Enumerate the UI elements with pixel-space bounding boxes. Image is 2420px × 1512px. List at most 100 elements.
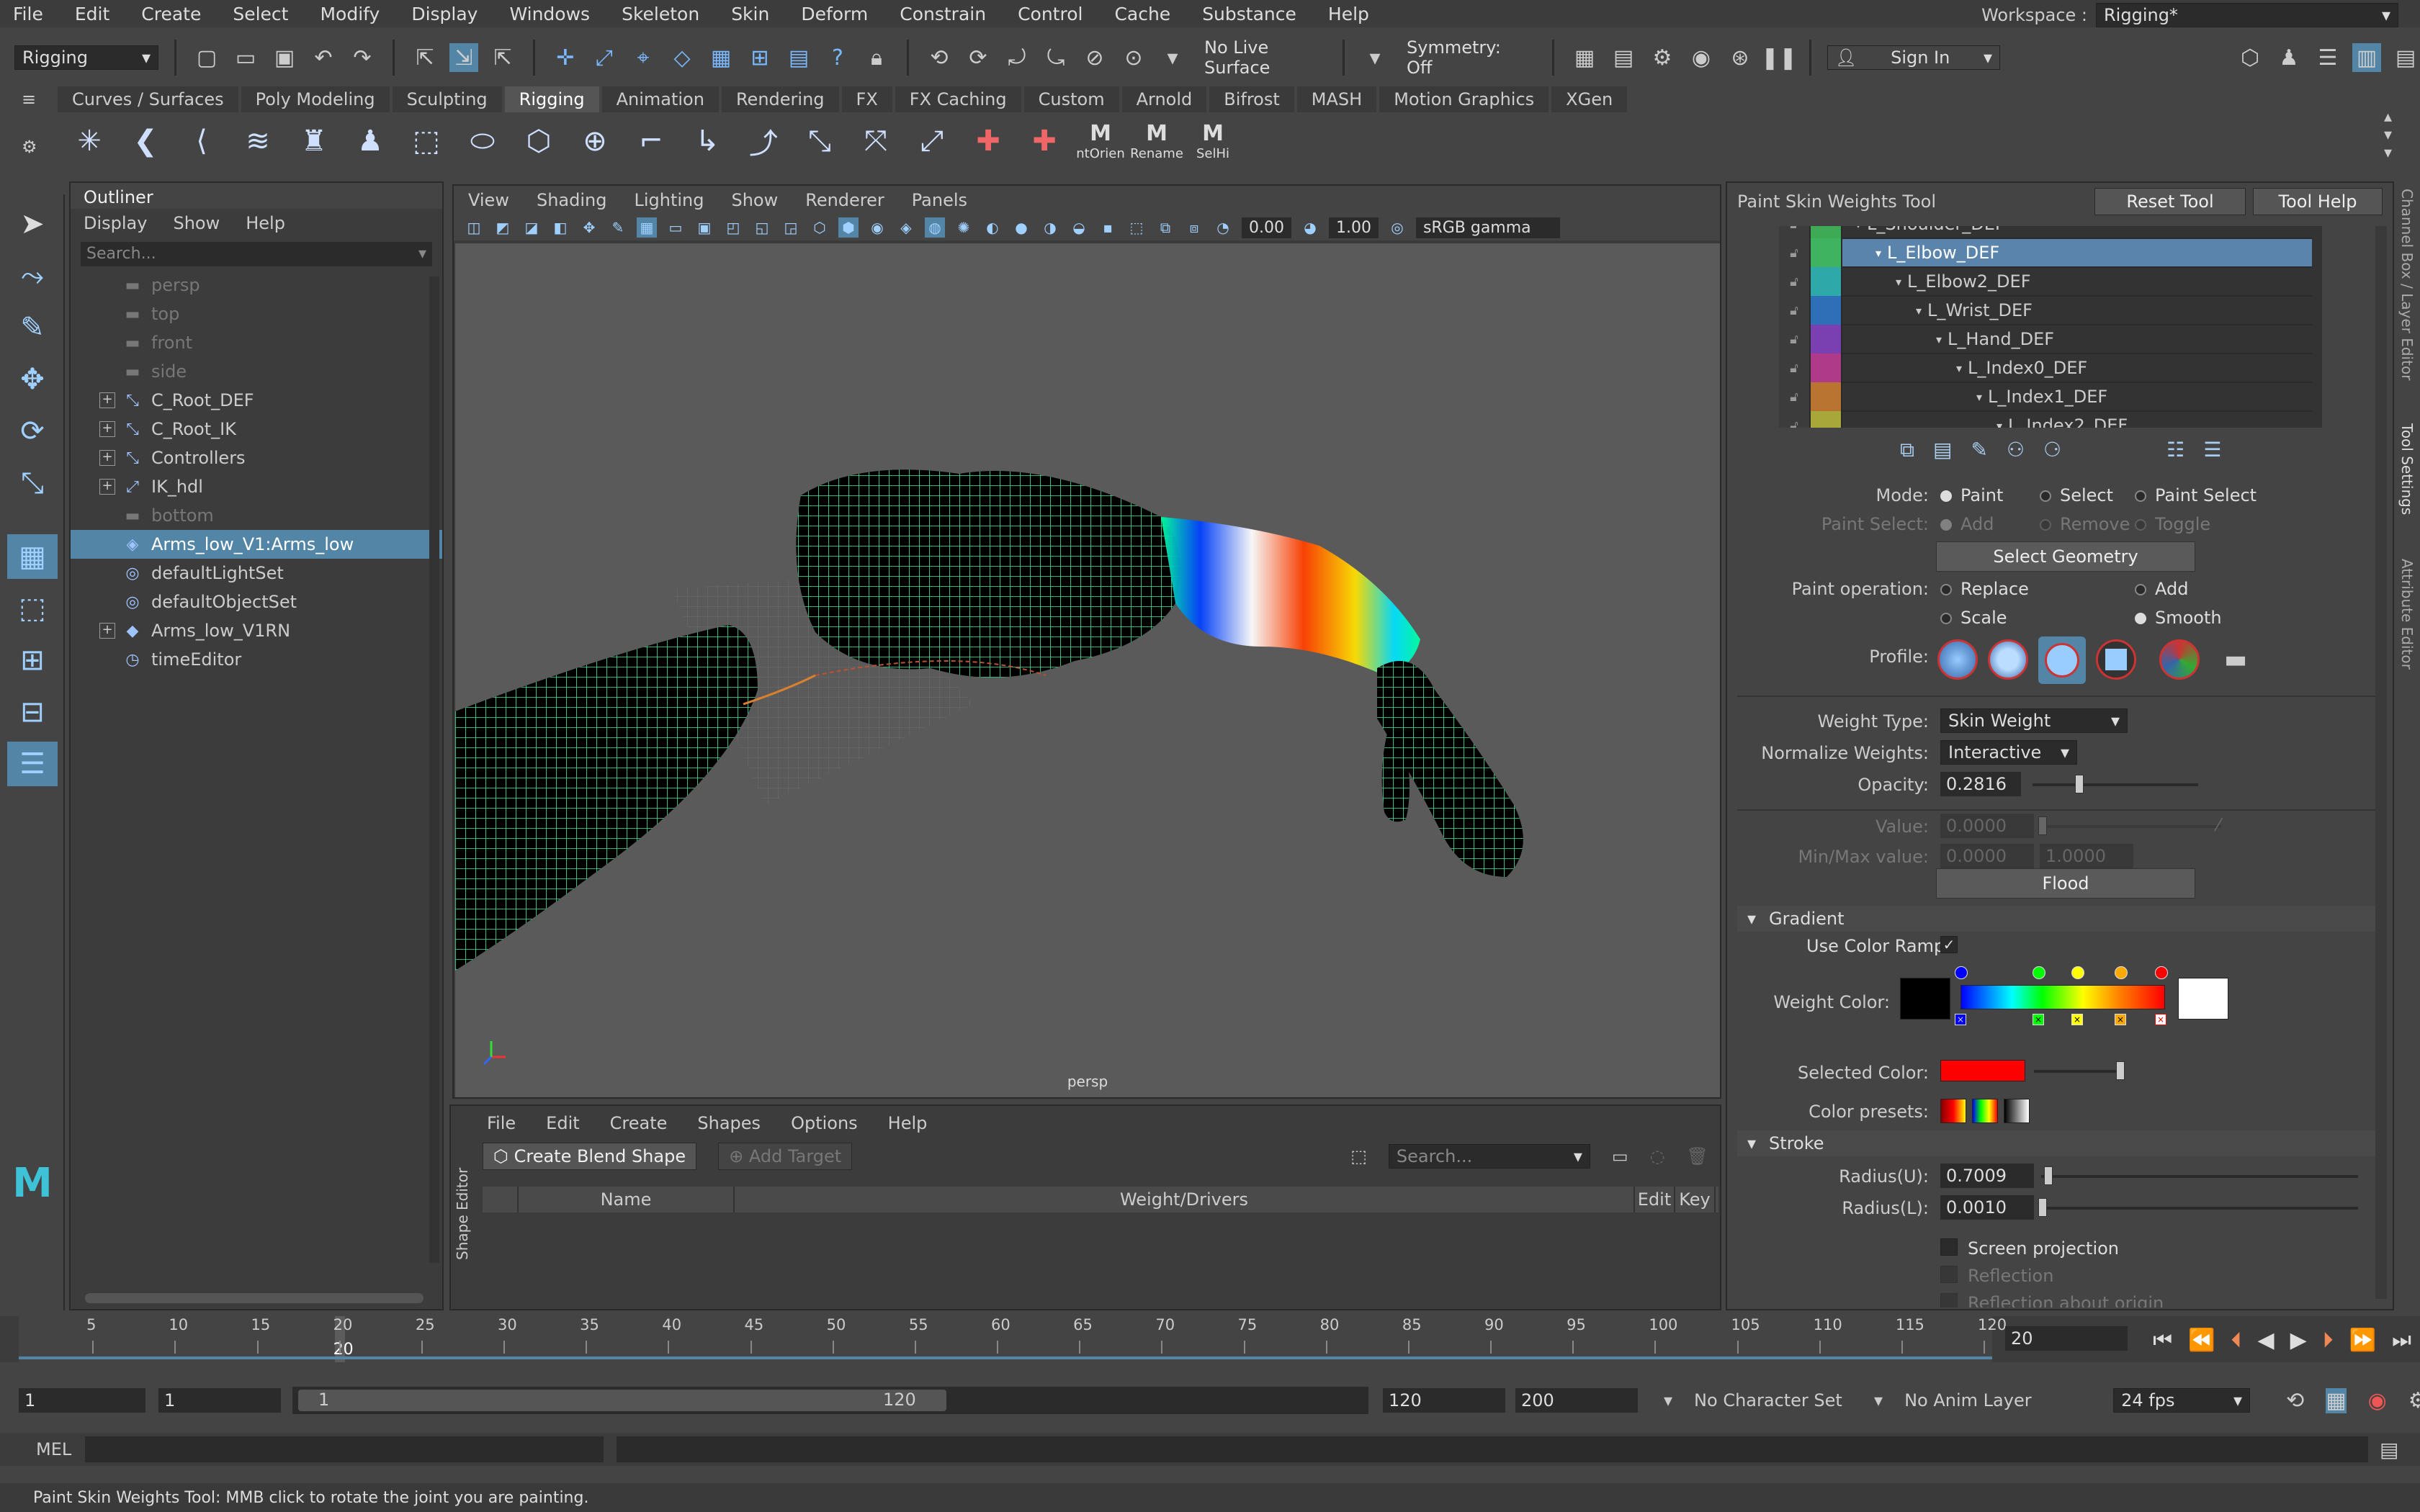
outliner-menu-display[interactable]: Display	[84, 213, 147, 233]
shelf-tab-fx[interactable]: FX	[841, 86, 892, 112]
new-folder-icon[interactable]: ▭	[1612, 1146, 1628, 1166]
radius-u-field[interactable]: 0.7009	[1940, 1164, 2034, 1188]
outliner-item[interactable]: ◎ defaultObjectSet	[71, 588, 442, 616]
ramp-delete-yellow-icon[interactable]: ×	[2071, 1014, 2083, 1025]
lights-icon[interactable]: ✺	[954, 217, 974, 238]
viewport-menu-lighting[interactable]: Lighting	[634, 190, 704, 210]
outliner-item[interactable]: ◈ Arms_low_V1:Arms_low	[71, 530, 442, 559]
select-object-icon[interactable]: ⇲	[449, 43, 478, 72]
prune-icon[interactable]: ✎	[1971, 438, 1987, 462]
range-bar[interactable]: 1 120	[292, 1387, 1368, 1414]
outliner-item[interactable]: + ⤡ C_Root_DEF	[71, 386, 442, 415]
snap-point-icon[interactable]: ⌖	[629, 43, 658, 72]
shelf-tab-custom[interactable]: Custom	[1023, 86, 1119, 112]
shape-menu-file[interactable]: File	[487, 1113, 516, 1133]
shape-menu-shapes[interactable]: Shapes	[697, 1113, 761, 1133]
locator-joint-icon[interactable]: ✚	[1024, 121, 1065, 161]
grid-icon[interactable]: ▦	[637, 217, 657, 238]
auto-key-icon[interactable]: ◉	[2368, 1388, 2387, 1413]
insert-joint-icon[interactable]: ❮	[125, 121, 166, 161]
influence-color-swatch[interactable]	[1811, 411, 1842, 428]
tree-expand-icon[interactable]: ▾	[1956, 361, 1962, 375]
undo-icon[interactable]: ↶	[309, 43, 338, 72]
menu-display[interactable]: Display	[411, 4, 478, 24]
safe-action-icon[interactable]: ◲	[781, 217, 801, 238]
select-hierarchy-icon[interactable]: ⇱	[411, 43, 439, 72]
shelf-tab-rendering[interactable]: Rendering	[721, 86, 839, 112]
ipr-icon[interactable]: ⊙	[1119, 43, 1148, 72]
outliner-item[interactable]: ▬ front	[71, 328, 442, 357]
ramp-delete-green-icon[interactable]: ×	[2033, 1014, 2044, 1025]
expand-icon[interactable]: +	[99, 421, 115, 437]
influence-row[interactable]: 🔓︎ ▾ L_Wrist_DEF	[1779, 296, 2312, 325]
tree-expand-icon[interactable]: ▾	[1936, 333, 1942, 346]
shape-column-weight[interactable]: Weight/Drivers	[735, 1187, 1635, 1212]
color-ramp[interactable]	[1960, 985, 2165, 1009]
radius-l-slider-track[interactable]	[2041, 1207, 2358, 1210]
outliner-hscrollbar[interactable]	[85, 1293, 424, 1303]
locator-icon[interactable]: ✚	[968, 121, 1008, 161]
menu-skin[interactable]: Skin	[731, 4, 769, 24]
four-view-icon[interactable]: ⊞	[7, 638, 58, 683]
anim-start-field[interactable]: 1	[158, 1388, 281, 1413]
menu-create[interactable]: Create	[141, 4, 201, 24]
mode-select-radio[interactable]: Select	[2040, 485, 2113, 505]
lock-icon[interactable]: 🔓︎	[1779, 238, 1811, 267]
expand-icon[interactable]: +	[99, 623, 115, 639]
shelf-tab-fx-caching[interactable]: FX Caching	[895, 86, 1021, 112]
reflection-origin-checkbox[interactable]	[1940, 1293, 1958, 1308]
mode-paint-radio[interactable]: Paint	[1940, 485, 2003, 505]
influence-row[interactable]: 🔓︎ ▾ L_Elbow2_DEF	[1779, 267, 2312, 297]
shelf-tab-rigging[interactable]: Rigging	[504, 86, 599, 112]
script-rename-icon[interactable]: M Rename	[1130, 121, 1183, 161]
viewport-menu-shading[interactable]: Shading	[537, 190, 607, 210]
reset-tool-button[interactable]: Reset Tool	[2094, 188, 2246, 215]
shelf-tab-sculpting[interactable]: Sculpting	[392, 86, 502, 112]
render-icon[interactable]: ⊘	[1080, 43, 1109, 72]
radius-u-slider-track[interactable]	[2041, 1175, 2358, 1178]
channel-box-icon[interactable]: ▤	[2391, 43, 2420, 72]
influence-row[interactable]: 🔓︎ ▾ L_Elbow_DEF	[1779, 238, 2312, 268]
outliner-item[interactable]: ▬ bottom	[71, 501, 442, 530]
xray-active-icon[interactable]: ⧈	[1184, 217, 1204, 238]
save-scene-icon[interactable]: ▣	[270, 43, 299, 72]
chevron-down-icon[interactable]: ▾	[1874, 1390, 1883, 1410]
lock-icon[interactable]: 🔓︎	[1779, 325, 1811, 354]
shape-search-input[interactable]: Search... ▾	[1388, 1144, 1590, 1169]
human-ik-icon[interactable]: ♟	[350, 121, 390, 161]
shelf-tab-arnold[interactable]: Arnold	[1121, 86, 1207, 112]
outliner-item[interactable]: ◎ defaultLightSet	[71, 559, 442, 588]
cache-icon[interactable]: ▦	[2326, 1387, 2347, 1413]
script-selhi-icon[interactable]: M SelHi	[1193, 121, 1233, 161]
output-connections-icon[interactable]: ⤾	[1003, 43, 1031, 72]
render-view-icon[interactable]: ▦	[1570, 43, 1599, 72]
bind-skin-icon[interactable]: ⬚	[406, 121, 447, 161]
viewport-menu-panels[interactable]: Panels	[912, 190, 967, 210]
shelf-tab-motion-graphics[interactable]: Motion Graphics	[1379, 86, 1549, 112]
shelf-scroll-icon[interactable]: ▴ ▾ ▾	[2384, 108, 2392, 162]
symmetry-dropdown[interactable]: Symmetry: Off	[1399, 36, 1536, 79]
shape-column-key[interactable]: Key	[1675, 1187, 1716, 1212]
influence-color-swatch[interactable]	[1811, 354, 1842, 382]
outliner-item[interactable]: ◷ timeEditor	[71, 645, 442, 674]
min-field[interactable]: 0.0000	[1940, 844, 2034, 868]
flat-list-icon[interactable]: ☰	[2203, 438, 2221, 462]
influence-row[interactable]: 🔓︎ ▾ L_Shoulder_DEF	[1779, 226, 2312, 239]
opacity-slider-track[interactable]	[2033, 783, 2198, 786]
range-handle-bar[interactable]	[298, 1390, 946, 1411]
step-back-key-icon[interactable]: ⏴	[2231, 1328, 2241, 1353]
tree-expand-icon[interactable]: ▾	[1896, 275, 1901, 289]
camera-select-icon[interactable]: ◫	[464, 217, 484, 238]
outliner-item[interactable]: ▬ persp	[71, 271, 442, 300]
outliner-item[interactable]: ▬ top	[71, 300, 442, 328]
question-icon[interactable]: ?	[823, 43, 852, 72]
last-tool-icon[interactable]: ▦	[7, 534, 58, 579]
tab-attribute-editor[interactable]: Attribute Editor	[2398, 559, 2416, 670]
cluster-icon[interactable]: ⊕	[575, 121, 615, 161]
2d-pan-icon[interactable]: ✥	[579, 217, 599, 238]
menu-set-dropdown[interactable]: Rigging ▾	[14, 45, 158, 70]
color-space-field[interactable]: sRGB gamma	[1415, 217, 1560, 238]
select-geometry-button[interactable]: Select Geometry	[1936, 541, 2195, 572]
viewport-scene[interactable]: persp	[455, 243, 1720, 1097]
paint-op-smooth-radio[interactable]: Smooth	[2135, 608, 2222, 628]
